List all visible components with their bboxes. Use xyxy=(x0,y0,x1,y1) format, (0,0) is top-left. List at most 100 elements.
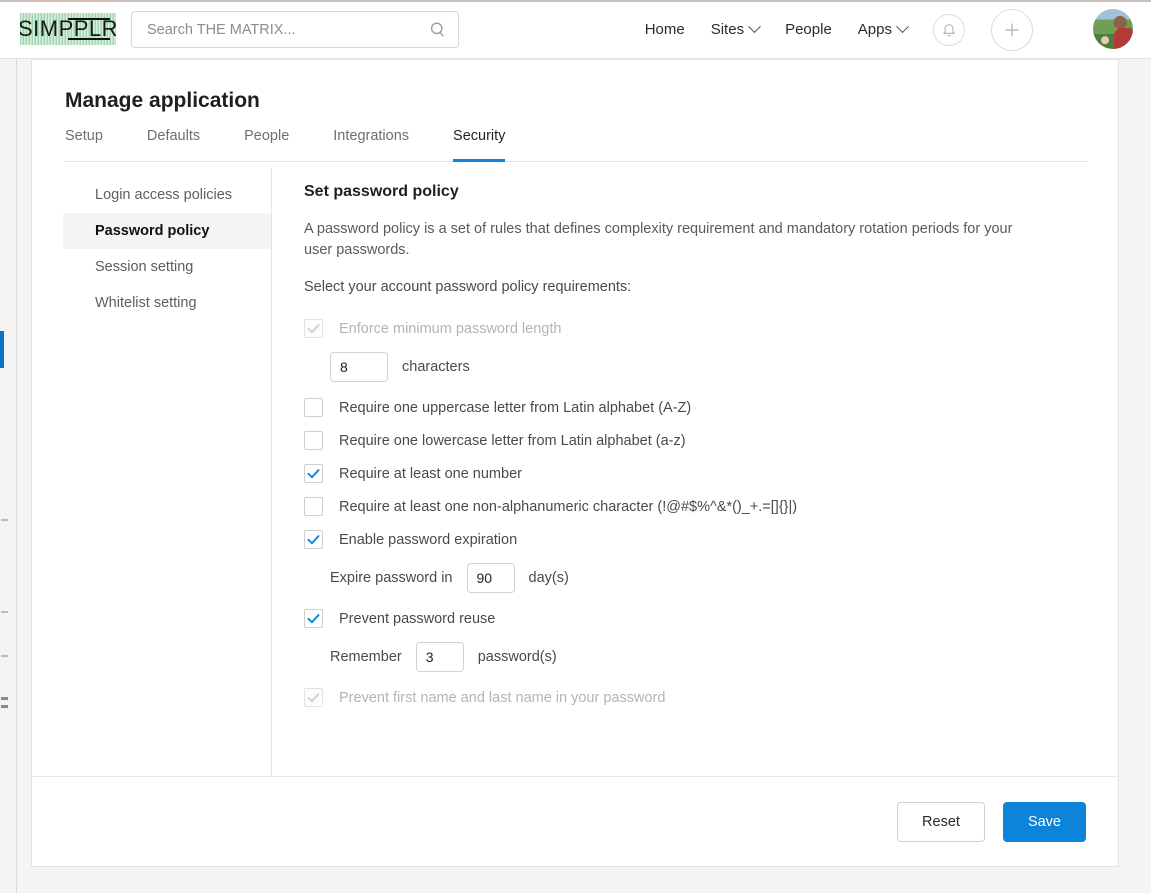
tab-label-defaults: Defaults xyxy=(146,128,201,144)
nav-label-apps: Apps xyxy=(857,21,892,38)
checkbox-label-name-in-password: Prevent first name and last name in your… xyxy=(339,689,666,706)
notifications-button[interactable] xyxy=(933,13,965,46)
expiration-days-input[interactable] xyxy=(466,563,515,593)
simpplr-logo[interactable]: SIMPPLR xyxy=(20,13,116,45)
tab-label-setup: Setup xyxy=(65,128,103,144)
checkbox-label-reuse: Prevent password reuse xyxy=(339,610,496,627)
tab-defaults[interactable]: Defaults xyxy=(147,128,222,161)
rail-item-marker xyxy=(1,611,8,613)
checkbox-label-min-length: Enforce minimum password length xyxy=(339,320,562,337)
reuse-field-row: Remember password(s) xyxy=(330,642,1064,672)
checkbox-enable-password-expiration[interactable] xyxy=(304,530,323,549)
checkbox-label-number: Require at least one number xyxy=(339,465,522,482)
reuse-unit: password(s) xyxy=(477,649,557,665)
checkbox-prevent-name-in-password xyxy=(304,688,323,707)
tab-label-security: Security xyxy=(453,128,506,144)
nav-label-sites: Sites xyxy=(710,21,745,38)
rail-item-marker xyxy=(1,697,8,700)
sidebar-item-label: Login access policies xyxy=(95,187,233,203)
sidebar-item-label: Session setting xyxy=(95,259,194,275)
bell-icon xyxy=(942,23,956,36)
checkbox-require-lowercase[interactable] xyxy=(304,431,323,450)
reuse-prefix-label: Remember xyxy=(330,649,402,665)
nav-item-apps[interactable]: Apps xyxy=(857,20,909,38)
checkbox-require-uppercase[interactable] xyxy=(304,398,323,417)
check-icon xyxy=(307,469,320,479)
checkbox-require-non-alphanumeric[interactable] xyxy=(304,497,323,516)
sidebar-item-login-access-policies[interactable]: Login access policies xyxy=(63,177,271,213)
create-button[interactable] xyxy=(991,8,1033,51)
tab-label-people: People xyxy=(244,128,290,144)
check-icon xyxy=(307,693,320,703)
pane-lead-text: Select your account password policy requ… xyxy=(304,279,632,295)
option-row-min-length: Enforce minimum password length xyxy=(304,319,1064,338)
checkbox-require-number[interactable] xyxy=(304,464,323,483)
chevron-down-icon xyxy=(748,20,761,34)
tab-security[interactable]: Security xyxy=(453,128,527,162)
search-input[interactable] xyxy=(145,20,428,39)
tab-label-integrations: Integrations xyxy=(333,128,410,144)
application-tabs: Setup Defaults People Integrations Secur… xyxy=(65,128,1087,162)
plus-icon xyxy=(1005,23,1019,36)
global-header: SIMPPLR Home Sites People Apps xyxy=(0,0,1151,59)
nav-label-home: Home xyxy=(644,21,685,38)
nav-label-people: People xyxy=(785,21,832,38)
search-icon[interactable] xyxy=(428,20,448,40)
checkbox-label-uppercase: Require one uppercase letter from Latin … xyxy=(339,399,692,416)
manage-application-card: Manage application Setup Defaults People… xyxy=(31,59,1119,867)
reset-button[interactable]: Reset xyxy=(897,801,985,842)
check-icon xyxy=(307,614,320,624)
tab-setup[interactable]: Setup xyxy=(65,128,125,161)
card-footer-actions: Reset Save xyxy=(32,776,1118,866)
tab-integrations[interactable]: Integrations xyxy=(333,128,431,161)
option-row-non-alphanumeric: Require at least one non-alphanumeric ch… xyxy=(304,497,1064,516)
sidebar-item-session-setting[interactable]: Session setting xyxy=(63,249,271,285)
min-length-unit: characters xyxy=(402,359,470,375)
avatar[interactable] xyxy=(1093,9,1133,49)
expiration-field-row: Expire password in day(s) xyxy=(330,563,1064,593)
rail-item-marker xyxy=(1,519,8,521)
app-root: SIMPPLR Home Sites People Apps xyxy=(0,0,1151,893)
checkbox-label-expiration: Enable password expiration xyxy=(339,531,518,548)
option-row-name-in-password: Prevent first name and last name in your… xyxy=(304,688,1064,707)
min-length-input[interactable] xyxy=(330,352,388,382)
sidebar-item-password-policy[interactable]: Password policy xyxy=(63,213,271,249)
checkbox-label-non-alphanumeric: Require at least one non-alphanumeric ch… xyxy=(339,498,798,515)
global-search[interactable] xyxy=(131,11,459,48)
primary-nav: Home Sites People Apps xyxy=(645,0,1033,59)
settings-pane-divider xyxy=(271,168,272,778)
checkbox-enforce-minimum-password-length xyxy=(304,319,323,338)
tab-people[interactable]: People xyxy=(244,128,311,161)
chevron-down-icon xyxy=(896,20,909,34)
checkbox-prevent-password-reuse[interactable] xyxy=(304,609,323,628)
nav-item-home[interactable]: Home xyxy=(645,21,685,38)
save-button[interactable]: Save xyxy=(1002,801,1086,842)
option-row-number: Require at least one number xyxy=(304,464,1064,483)
option-row-reuse: Prevent password reuse xyxy=(304,609,1064,628)
option-row-lowercase: Require one lowercase letter from Latin … xyxy=(304,431,1064,450)
check-icon xyxy=(307,535,320,545)
min-length-field-row: characters xyxy=(330,352,1064,382)
reuse-count-input[interactable] xyxy=(415,642,464,672)
nav-item-people[interactable]: People xyxy=(785,21,832,38)
app-left-rail[interactable] xyxy=(0,59,17,893)
pane-description: A password policy is a set of rules that… xyxy=(304,221,1013,258)
sidebar-item-label: Password policy xyxy=(95,223,210,239)
rail-item-marker xyxy=(1,655,8,657)
security-settings-nav: Login access policies Password policy Se… xyxy=(63,177,271,321)
checkbox-label-lowercase: Require one lowercase letter from Latin … xyxy=(339,432,686,449)
option-row-expiration: Enable password expiration xyxy=(304,530,1064,549)
rail-active-indicator xyxy=(0,331,4,368)
expiration-unit: day(s) xyxy=(528,570,569,586)
sidebar-item-whitelist-setting[interactable]: Whitelist setting xyxy=(63,285,271,321)
password-policy-pane: Set password policy A password policy is… xyxy=(304,183,1064,721)
page-title: Manage application xyxy=(65,89,260,112)
option-row-uppercase: Require one uppercase letter from Latin … xyxy=(304,398,1064,417)
rail-item-marker xyxy=(1,705,8,708)
pane-heading: Set password policy xyxy=(304,183,459,200)
nav-item-sites[interactable]: Sites xyxy=(710,20,761,38)
sidebar-item-label: Whitelist setting xyxy=(95,295,197,311)
check-icon xyxy=(307,324,320,334)
logo-text: SIMPPLR xyxy=(20,16,116,41)
expiration-prefix-label: Expire password in xyxy=(330,570,453,586)
